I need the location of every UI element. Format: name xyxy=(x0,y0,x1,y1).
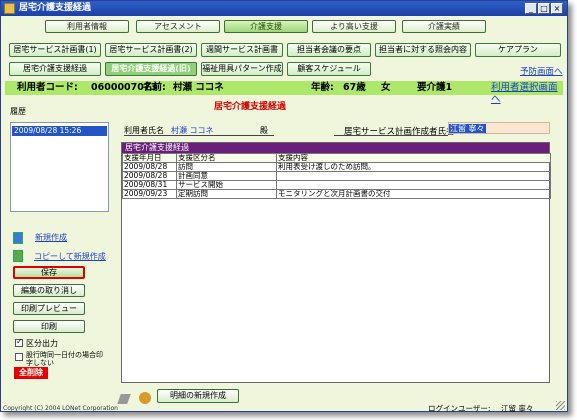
column-header: 支援内容 xyxy=(276,153,551,163)
subtab-support-progress-old[interactable]: 居宅介護支援経過(旧) xyxy=(105,62,197,76)
cell-category: 計画同意 xyxy=(176,171,277,181)
subtab-support-progress[interactable]: 居宅介護支援経過 xyxy=(9,62,101,76)
delete-all-button[interactable]: 全削除 xyxy=(14,367,48,379)
cell-date: 2009/08/28 xyxy=(122,162,177,172)
print-preview-button[interactable]: 印刷プレビュー xyxy=(13,302,85,315)
cell-content: モニタリングと次月計画書の交付 xyxy=(276,189,551,199)
app-icon xyxy=(4,3,15,14)
subtab-inquiry[interactable]: 担当者に対する照会内容 xyxy=(375,43,471,57)
tab-assessment[interactable]: アセスメント xyxy=(136,20,220,33)
user-select-link[interactable]: 利用者選択画面へ xyxy=(491,82,563,106)
print-button[interactable]: 印刷 xyxy=(13,320,85,333)
column-header: 支援区分名 xyxy=(176,153,277,163)
subtab-customer-schedule[interactable]: 顧客スケジュール xyxy=(287,62,371,76)
care-level-value: 要介護1 xyxy=(417,82,453,93)
subtab-plan2[interactable]: 居宅サービス計画書(2) xyxy=(105,43,197,57)
user-info-bar: 利用者コード: 0600007073 名前: 村瀬 ココネ 年齢: 67歳 女 … xyxy=(5,81,563,105)
age-value: 67歳 xyxy=(343,82,366,93)
cell-content xyxy=(276,171,551,181)
creator-name-field[interactable]: 江留 寧々 xyxy=(448,122,550,134)
copy-new-link[interactable]: コピーして新規作成 xyxy=(34,251,106,262)
support-table: 支援年月日 支援区分名 支援内容 2009/08/28 訪問 利用表受け渡しのた… xyxy=(122,153,551,199)
new-create-link[interactable]: 新規作成 xyxy=(35,232,67,243)
support-table-panel: 居宅介護支援経過 支援年月日 支援区分名 支援内容 2009/08/28 訪問 … xyxy=(121,142,551,383)
gender-value: 女 xyxy=(381,82,391,93)
table-row[interactable]: 2009/08/28 計画同意 xyxy=(122,171,551,181)
creator-name-value: 江留 寧々 xyxy=(449,124,486,133)
user-name-underline xyxy=(124,135,274,136)
cell-date: 2009/08/31 xyxy=(122,180,177,190)
subtab-weekly-plan[interactable]: 週間サービス計画書 xyxy=(201,43,283,57)
cell-category: サービス開始 xyxy=(176,180,277,190)
prevention-screen-link[interactable]: 予防画面へ xyxy=(520,65,563,77)
maximize-button[interactable]: □ xyxy=(538,3,550,14)
tab-care-support[interactable]: 介護支援 xyxy=(224,20,308,33)
same-day-label: 股行時同一日付の場合印字しない xyxy=(26,351,103,367)
save-button[interactable]: 保存 xyxy=(13,266,85,279)
cell-date: 2009/08/28 xyxy=(122,171,177,181)
subtab-welfare-pattern[interactable]: 福祉用具パターン作成 xyxy=(201,62,283,76)
new-document-icon[interactable] xyxy=(13,232,23,244)
minimize-button[interactable]: _ xyxy=(525,3,537,14)
section-output-checkbox[interactable] xyxy=(15,337,23,347)
history-label: 履歴 xyxy=(10,107,26,116)
table-row[interactable]: 2009/09/23 定期訪問 モニタリングと次月計画書の交付 xyxy=(122,189,551,199)
user-name-value: 村瀬 ココネ xyxy=(173,82,224,93)
user-name-label: 名前: xyxy=(143,82,166,93)
history-list[interactable]: 2009/08/28 15:26 xyxy=(10,122,109,212)
section-output-label: 区分出力 xyxy=(26,339,58,348)
tab-care-record[interactable]: 介護実績 xyxy=(402,20,486,33)
cell-content xyxy=(276,180,551,190)
doc-icon xyxy=(139,392,151,404)
resize-grip[interactable] xyxy=(556,401,565,410)
pen-icon xyxy=(117,394,131,404)
age-label: 年齢: xyxy=(311,82,334,93)
close-button[interactable]: × xyxy=(551,3,563,14)
login-user-name: 江留 寧々 xyxy=(501,404,534,413)
title-bar: 居宅介護支援経過 _ □ × xyxy=(1,1,567,16)
creator-underline xyxy=(334,135,448,136)
login-user-label: ログインユーザー: xyxy=(428,404,491,413)
subtab-plan1[interactable]: 居宅サービス計画書(1) xyxy=(9,43,101,57)
table-row[interactable]: 2009/08/31 サービス開始 xyxy=(122,180,551,190)
cancel-edit-button[interactable]: 編集の取り消し xyxy=(13,284,85,297)
history-item[interactable]: 2009/08/28 15:26 xyxy=(12,126,107,136)
copyright-text: Copyright (C) 2004 LONet Corporation xyxy=(3,405,118,412)
app-window: 居宅介護支援経過 _ □ × 利用者情報 アセスメント 介護支援 より高い支援 … xyxy=(0,0,568,413)
cell-category: 定期訪問 xyxy=(176,189,277,199)
cell-category: 訪問 xyxy=(176,162,277,172)
cell-date: 2009/09/23 xyxy=(122,189,177,199)
subtab-care-plan[interactable]: ケアプラン xyxy=(475,43,561,57)
copy-document-icon[interactable] xyxy=(13,250,23,262)
table-row[interactable]: 2009/08/28 訪問 利用表受け渡しのため訪問。 xyxy=(122,162,551,172)
page-title: 居宅介護支援経過 xyxy=(214,102,287,112)
same-day-checkbox[interactable] xyxy=(15,353,23,361)
table-caption: 居宅介護支援経過 xyxy=(122,143,549,153)
column-header: 支援年月日 xyxy=(122,153,177,163)
window-title: 居宅介護支援経過 xyxy=(19,3,92,13)
subtab-meeting-points[interactable]: 担当者会議の要点 xyxy=(287,43,371,57)
tab-user-info[interactable]: 利用者情報 xyxy=(45,20,129,33)
new-detail-button[interactable]: 明細の新規作成 xyxy=(157,389,239,403)
cell-content: 利用表受け渡しのため訪問。 xyxy=(276,162,551,172)
user-code-label: 利用者コード: xyxy=(17,82,78,93)
tab-advanced-support[interactable]: より高い支援 xyxy=(312,20,396,33)
